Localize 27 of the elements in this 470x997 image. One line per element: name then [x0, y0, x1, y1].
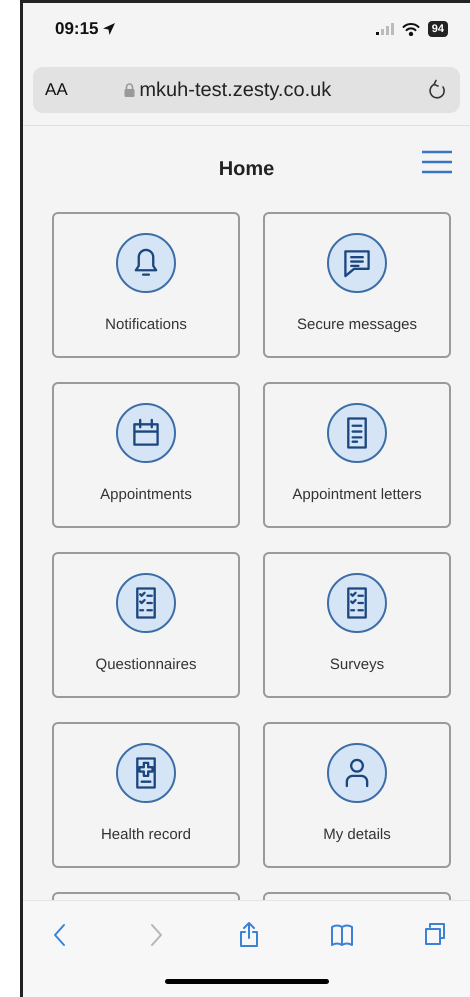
- text-size-button[interactable]: AA: [45, 77, 68, 103]
- menu-tile[interactable]: Health record: [52, 722, 240, 868]
- location-arrow-icon: [102, 22, 116, 36]
- menu-tile[interactable]: Notifications: [52, 212, 240, 358]
- checklist-icon: [115, 572, 177, 634]
- lock-icon: [124, 83, 136, 97]
- menu-tile[interactable]: My details: [263, 722, 451, 868]
- bell-icon: [115, 232, 177, 294]
- checklist-icon: [326, 572, 388, 634]
- page-title: Home: [218, 157, 274, 182]
- menu-button[interactable]: [422, 150, 452, 174]
- menu-tile[interactable]: Questionnaires: [52, 552, 240, 698]
- medical-record-icon: [115, 742, 177, 804]
- menu-tile[interactable]: Surveys: [263, 552, 451, 698]
- battery-level: 94: [428, 21, 448, 37]
- person-icon: [326, 742, 388, 804]
- wifi-icon: [402, 22, 420, 36]
- menu-tile[interactable]: Appointment letters: [263, 382, 451, 528]
- document-icon: [326, 402, 388, 464]
- status-time: 09:15: [55, 18, 98, 40]
- message-icon: [326, 232, 388, 294]
- signal-icon: [376, 23, 394, 35]
- calendar-icon: [115, 402, 177, 464]
- reload-icon[interactable]: [428, 79, 448, 101]
- menu-tile[interactable]: Appointments: [52, 382, 240, 528]
- url-text: mkuh-test.zesty.co.uk: [139, 78, 332, 103]
- menu-tile[interactable]: Secure messages: [263, 212, 451, 358]
